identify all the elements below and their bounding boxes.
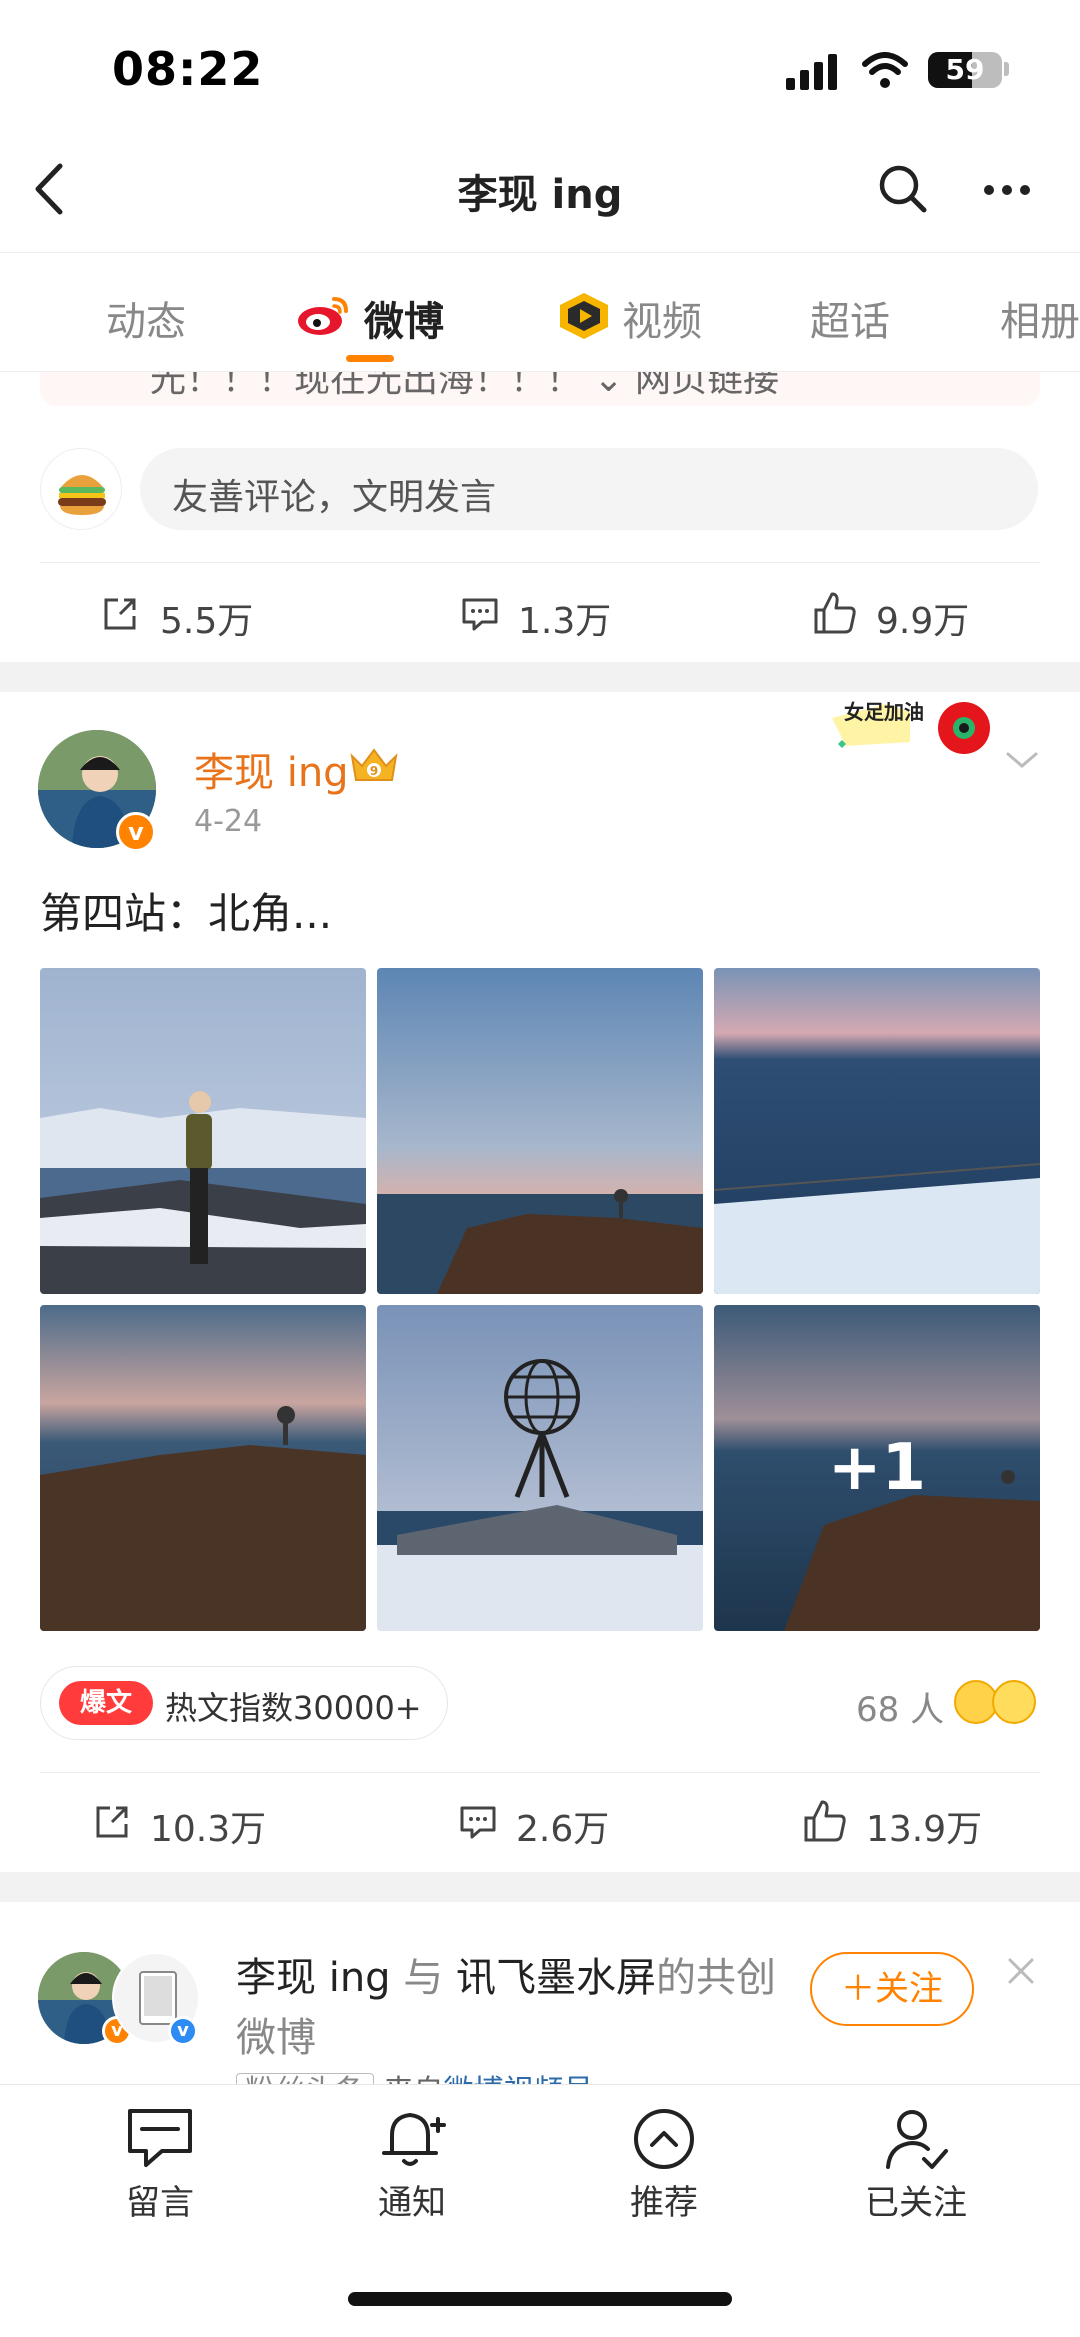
tab-weibo[interactable]: 微博 [364,289,444,347]
reactions-count[interactable]: 68 人 [856,1682,944,1731]
repost-icon[interactable] [92,1802,132,1842]
tab-video[interactable]: 视频 [622,289,702,347]
hot-index-pill[interactable]: 爆文 热文指数30000+ [40,1666,448,1740]
post-comment-count[interactable]: 2.6万 [516,1800,609,1852]
video-hex-icon [560,293,608,339]
wifi-icon [862,52,908,88]
post-text[interactable]: 第四站：北角... [40,880,332,941]
photo-6-more[interactable]: +1 [714,1305,1040,1631]
photo-3[interactable] [714,968,1040,1294]
comment-input[interactable]: 友善评论，文明发言 [140,448,1038,530]
up-circle-icon [634,2109,694,2169]
photo-1[interactable] [40,968,366,1294]
close-icon[interactable] [1006,1956,1036,1986]
grin-emoji-icon [992,1680,1036,1724]
weibo-logo-icon [298,297,348,335]
home-indicator[interactable] [348,2292,732,2306]
hot-index-text: 热文指数30000+ [165,1689,422,1727]
tab-dongtai[interactable]: 动态 [106,289,186,347]
signal-icon [786,54,837,90]
feed-separator [0,662,1080,692]
search-icon[interactable] [876,162,930,216]
hot-badge: 爆文 [59,1681,153,1725]
weibo-profile-screen: 08:22 59 李现 ing 动态 微博 视频 超话 相册 光！！！现在光出海… [0,0,1080,2337]
more-icon[interactable] [982,180,1032,200]
sticker-text: 女足加油 [844,700,924,724]
user-check-icon [886,2110,948,2169]
photo-5[interactable] [377,1305,703,1631]
repost-count[interactable]: 5.5万 [160,592,253,644]
status-time: 08:22 [112,42,264,96]
comment-count[interactable]: 1.3万 [518,592,611,644]
bottom-item-followed[interactable]: 已关注 [816,2105,1016,2224]
tab-album[interactable]: 相册 [1000,289,1080,347]
previous-post-text-strip: 光！！！现在光出海！！！ ⌄ 网页链接 [40,372,1040,406]
post-date: 4-24 [194,804,263,839]
post-like-count[interactable]: 13.9万 [866,1800,982,1852]
vip-crown-icon[interactable]: 9 [348,744,400,786]
battery-indicator: 59 [928,52,1002,88]
burger-avatar-icon [58,475,106,515]
rec-description[interactable]: 李现 ing 与 讯飞墨水屏的共创微博 [236,1948,796,2068]
repost-icon[interactable] [100,594,140,634]
profile-tab-bar: 动态 微博 视频 超话 相册 [0,252,1080,372]
womens-football-sticker: 女足加油 [826,694,998,758]
like-icon[interactable] [812,590,858,636]
comment-icon[interactable] [458,1802,498,1842]
more-photos-count: +1 [827,1431,927,1505]
my-avatar[interactable] [40,448,122,530]
back-icon[interactable] [30,160,70,218]
tab-chaohua[interactable]: 超话 [810,289,890,347]
photo-4[interactable] [40,1305,366,1631]
bell-plus-icon [382,2113,446,2166]
comment-icon[interactable] [460,594,500,634]
photo-grid: +1 [40,968,1040,1631]
like-icon[interactable] [802,1798,848,1844]
chevron-down-icon[interactable] [1004,748,1040,772]
active-tab-indicator [346,355,394,362]
photo-2[interactable] [377,968,703,1294]
like-count[interactable]: 9.9万 [876,592,969,644]
verified-badge-icon: v [116,812,156,852]
bottom-item-message[interactable]: 留言 [60,2105,260,2224]
message-icon [128,2109,192,2167]
post-repost-count[interactable]: 10.3万 [150,1800,266,1852]
svg-text:9: 9 [370,764,378,778]
follow-button[interactable]: ＋关注 [810,1952,974,2026]
bottom-item-recommend[interactable]: 推荐 [564,2105,764,2224]
author-name[interactable]: 李现 ing [194,740,349,798]
page-title: 李现 ing [457,172,623,218]
feed-separator [0,1872,1080,1902]
bottom-item-notify[interactable]: 通知 [312,2105,512,2224]
blue-verified-badge-icon: v [168,2016,198,2046]
